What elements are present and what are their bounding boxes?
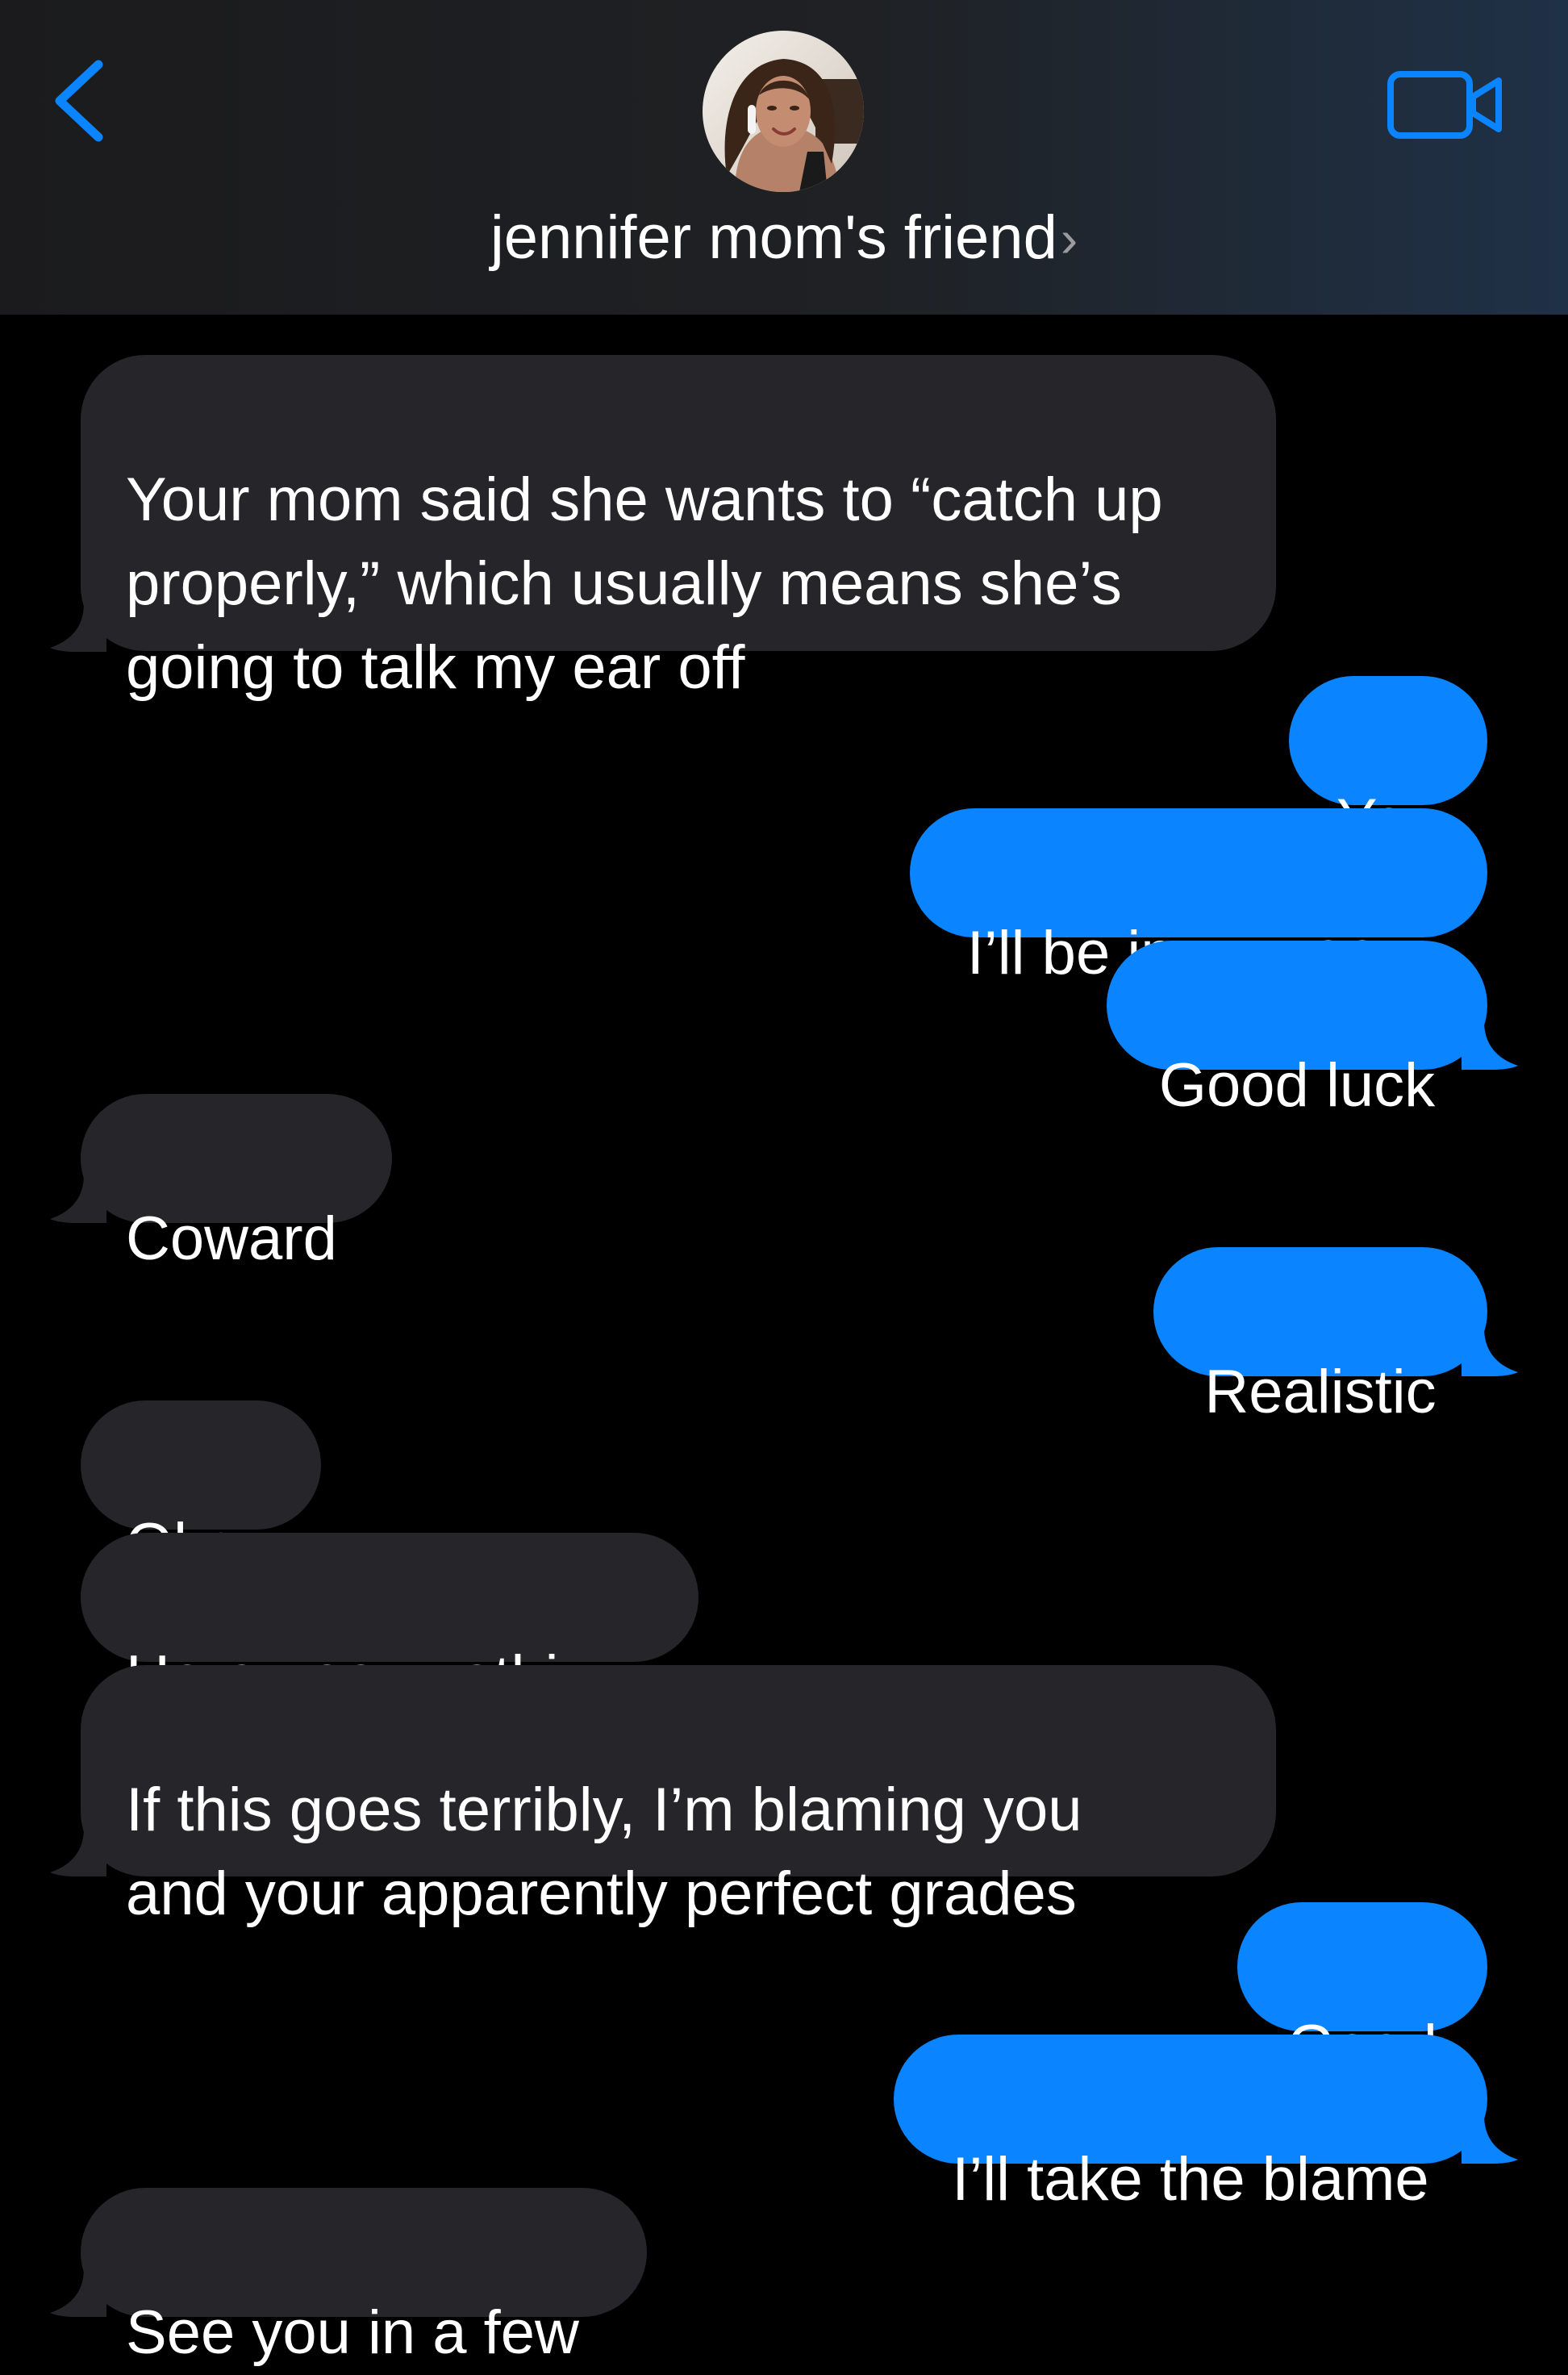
video-call-button[interactable] — [1386, 65, 1507, 145]
message-bubble-incoming[interactable]: If this goes terribly, I’m blaming you a… — [81, 1665, 1276, 1928]
avatar-photo — [703, 31, 864, 192]
bubble-tail-outgoing — [1462, 1021, 1518, 1070]
message-text: Good luck — [1158, 1051, 1436, 1120]
message-text: Coward — [126, 1204, 337, 1273]
video-camera-icon — [1387, 71, 1502, 139]
message-bubble-incoming[interactable]: Okay — [81, 1400, 321, 1580]
message-bubble-outgoing[interactable]: I’ll take the blame — [894, 2035, 1487, 2214]
back-button[interactable] — [48, 56, 113, 145]
message-text: I’ll take the blame — [952, 2145, 1429, 2214]
message-text: See you in a few — [126, 2298, 579, 2367]
bubble-tail-outgoing — [1462, 1328, 1518, 1376]
message-bubble-outgoing[interactable]: Realistic — [1153, 1247, 1487, 1426]
message-text: If this goes terribly, I’m blaming you a… — [126, 1776, 1082, 1928]
bubble-tail-incoming — [50, 2269, 106, 2317]
message-bubble-outgoing[interactable]: Good luck — [1107, 941, 1487, 1120]
message-bubble-outgoing[interactable]: Yep — [1289, 676, 1487, 855]
message-text: Realistic — [1204, 1358, 1437, 1426]
bubble-tail-incoming — [50, 603, 106, 652]
bubble-tail-outgoing — [1462, 2115, 1518, 2164]
message-bubble-outgoing[interactable]: I’ll be in my room — [910, 808, 1487, 987]
conversation-header: jennifer mom's friend› — [0, 0, 1568, 315]
contact-avatar[interactable] — [703, 31, 864, 192]
bubble-tail-incoming — [50, 1828, 106, 1876]
bubble-tail-incoming — [50, 1175, 106, 1223]
message-bubble-incoming[interactable]: Your mom said she wants to “catch up pro… — [81, 355, 1276, 702]
contact-name-button[interactable]: jennifer mom's friend› — [0, 202, 1568, 275]
message-bubble-incoming[interactable]: Coward — [81, 1094, 392, 1273]
contact-name: jennifer mom's friend — [490, 203, 1057, 272]
message-bubble-incoming[interactable]: See you in a few — [81, 2188, 647, 2367]
message-bubble-incoming[interactable]: Here goes nothing — [81, 1533, 699, 1712]
chevron-left-icon — [55, 60, 103, 142]
message-bubble-outgoing[interactable]: Good — [1237, 1902, 1487, 2081]
chevron-right-icon: › — [1060, 210, 1078, 268]
message-text: Your mom said she wants to “catch up pro… — [126, 465, 1163, 702]
